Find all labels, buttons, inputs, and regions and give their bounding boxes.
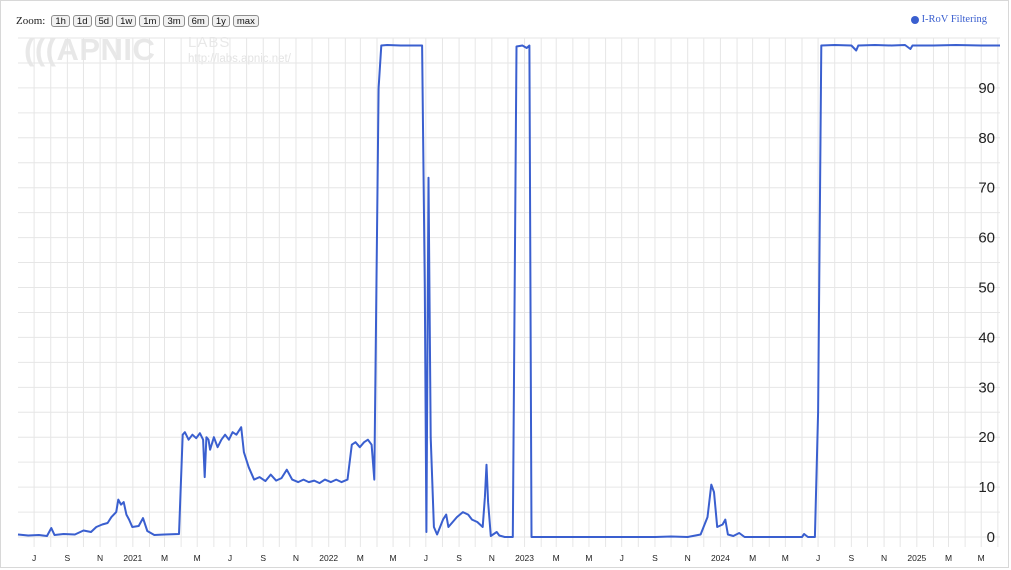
x-tick-label: J	[620, 553, 624, 563]
zoom-1y-button[interactable]: 1y	[211, 15, 230, 27]
x-tick-label: M	[161, 553, 168, 563]
y-tick-label: 80	[978, 130, 995, 147]
x-tick-label: 2022	[319, 553, 338, 563]
y-tick-label: 60	[978, 230, 995, 247]
x-tick-label: S	[652, 553, 658, 563]
zoom-label: Zoom:	[16, 15, 46, 27]
zoom-1m-button[interactable]: 1m	[139, 15, 161, 27]
x-tick-label: 2025	[907, 553, 926, 563]
zoom-max-button[interactable]: max	[232, 15, 259, 27]
zoom-5d-button[interactable]: 5d	[94, 15, 114, 27]
y-tick-label: 50	[978, 280, 995, 297]
x-tick-label: M	[749, 553, 756, 563]
x-tick-label: N	[881, 553, 887, 563]
series-line-i-rov-filtering	[17, 44, 1000, 538]
x-tick-label: J	[424, 553, 428, 563]
x-tick-label: 2021	[123, 553, 142, 563]
zoom-3m-button[interactable]: 3m	[163, 15, 185, 27]
zoom-1h-button[interactable]: 1h	[51, 15, 70, 27]
y-tick-label: 10	[978, 479, 995, 496]
zoom-6m-button[interactable]: 6m	[187, 15, 209, 27]
x-tick-label: M	[357, 553, 364, 563]
x-tick-label: M	[553, 553, 560, 563]
line-chart[interactable]: 0 10 20 30 40 50 60 70 80 90 J S N 2021 M M J S N 2022 M M J S…	[0, 0, 1011, 570]
y-tick-label: 0	[987, 529, 995, 546]
x-tick-label: N	[293, 553, 299, 563]
x-tick-label: M	[390, 553, 397, 563]
x-tick-label: N	[489, 553, 495, 563]
grid-lines	[18, 37, 1000, 547]
x-tick-label: J	[228, 553, 232, 563]
x-tick-label: S	[260, 553, 266, 563]
zoom-1d-button[interactable]: 1d	[72, 15, 92, 27]
zoom-bar: Zoom: 1h 1d 5d 1w 1m 3m 6m 1y max	[16, 13, 259, 29]
x-tick-label: S	[456, 553, 462, 563]
x-tick-label: M	[194, 553, 201, 563]
x-tick-label: J	[816, 553, 820, 563]
x-tick-label: 2023	[515, 553, 534, 563]
legend-marker-icon	[910, 15, 919, 24]
y-tick-label: 70	[978, 180, 995, 197]
x-tick-label: S	[65, 553, 71, 563]
legend[interactable]: I-RoV Filtering	[910, 14, 987, 25]
x-tick-label: 2024	[711, 553, 730, 563]
x-tick-label: J	[32, 553, 36, 563]
x-tick-label: N	[685, 553, 691, 563]
x-tick-label: M	[945, 553, 952, 563]
y-tick-label: 30	[978, 379, 995, 396]
x-axis-ticks: J S N 2021 M M J S N 2022 M M J S N 2023 M M J S N 2024 M M J S N 2…	[32, 553, 985, 563]
series-group	[17, 44, 1000, 538]
y-tick-label: 90	[978, 80, 995, 97]
zoom-1w-button[interactable]: 1w	[116, 15, 137, 27]
x-tick-label: M	[782, 553, 789, 563]
x-tick-label: N	[97, 553, 103, 563]
x-tick-label: M	[585, 553, 592, 563]
x-tick-label: S	[849, 553, 855, 563]
y-tick-label: 20	[978, 429, 995, 446]
legend-label: I-RoV Filtering	[921, 14, 987, 25]
x-tick-label: M	[978, 553, 985, 563]
y-tick-label: 40	[978, 329, 995, 346]
